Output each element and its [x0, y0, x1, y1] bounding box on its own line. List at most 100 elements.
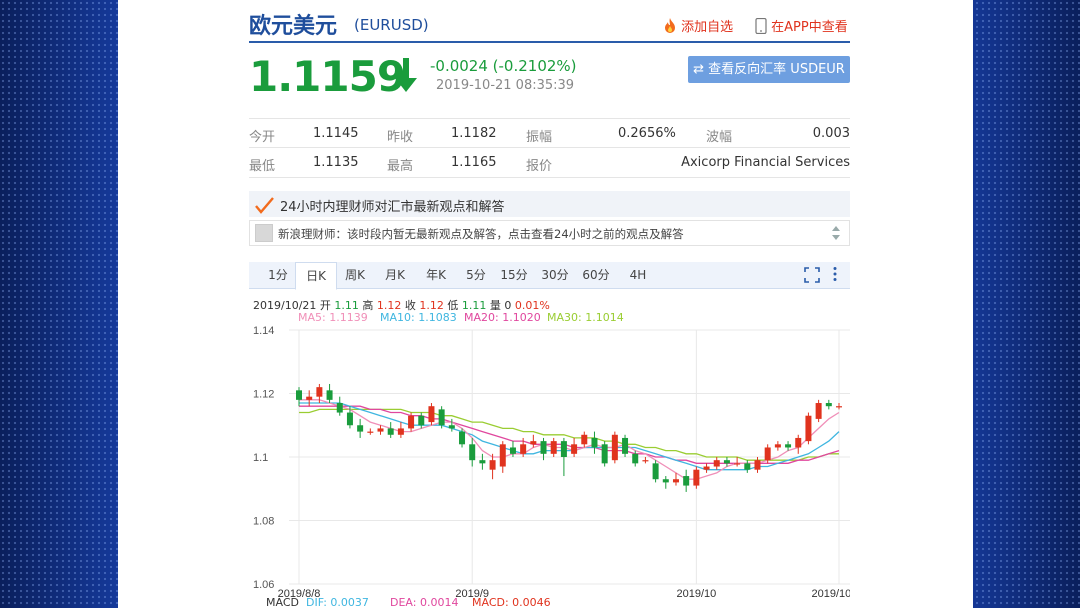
amplitude-value: 0.2656% — [618, 126, 676, 141]
candle-body — [672, 479, 679, 483]
candle-body — [785, 444, 792, 448]
candle-body — [734, 463, 741, 465]
candle-body — [459, 431, 466, 445]
prev-close-value: 1.1182 — [451, 126, 497, 141]
tab-1[interactable]: 日K — [295, 262, 337, 290]
high-label: 最高 — [387, 159, 414, 174]
view-in-app-label: 在APP中查看 — [771, 20, 848, 35]
candle-body — [601, 444, 608, 464]
down-arrow-icon — [394, 56, 418, 100]
candle-body — [611, 434, 618, 461]
tab-9[interactable]: 4H — [617, 262, 659, 289]
candlestick-chart[interactable]: 1.141.121.11.081.062019/8/8 2019/9 2019/10… — [249, 322, 850, 608]
low-value: 1.1135 — [313, 155, 359, 170]
candle-body — [408, 415, 415, 429]
comments-title: 24小时内理财师对汇市最新观点和解答 — [280, 200, 505, 215]
candle-body — [306, 396, 313, 400]
candle-body — [754, 460, 761, 470]
reverse-rate-button[interactable]: ⇄ 查看反向汇率 USDEUR — [688, 56, 850, 83]
prev-close-label: 昨收 — [387, 130, 414, 145]
candle-body — [336, 403, 343, 413]
stats-row: 今开 1.1145 昨收 1.1182 振幅 0.2656% 波幅 0.003 — [249, 118, 850, 148]
ma20-line — [299, 405, 840, 464]
tab-6[interactable]: 15分 — [493, 262, 535, 289]
candle-body — [805, 415, 812, 442]
quote-source-value: Axicorp Financial Services — [681, 155, 850, 170]
quote-panel: 欧元美元 (EURUSD) 添加自选 在APP中查看 1.1159 -0.002… — [118, 0, 973, 608]
candle-body — [479, 460, 486, 464]
macd-label: MACD — [266, 596, 299, 608]
macd-dea: DEA: 0.0014 — [390, 596, 459, 608]
current-price: 1.1159 — [249, 52, 406, 101]
candle-body — [550, 441, 557, 454]
scroll-updown-icon[interactable] — [830, 224, 842, 246]
candle-body — [560, 441, 567, 457]
add-watchlist-button[interactable]: 添加自选 — [663, 16, 733, 38]
y-tick-label: 1.08 — [253, 516, 274, 528]
comments-message[interactable]: 新浪理财师：该时段内暂无最新观点及解答，点击查看24小时之前的观点及解答 — [278, 226, 684, 242]
candle-body — [662, 479, 669, 483]
candle-body — [530, 441, 537, 445]
stats-row: 最低 1.1135 最高 1.1165 报价 Axicorp Financial… — [249, 148, 850, 178]
low-label: 最低 — [249, 159, 276, 174]
reverse-rate-label: 查看反向汇率 USDEUR — [708, 62, 845, 77]
candle-body — [815, 403, 822, 419]
candle-body — [499, 444, 506, 467]
candle-body — [296, 390, 302, 400]
y-tick-label: 1.1 — [253, 452, 268, 464]
candle-body — [418, 415, 425, 426]
candle-body — [723, 460, 730, 464]
candle-body — [632, 453, 639, 464]
tab-3[interactable]: 月K — [374, 262, 416, 289]
y-tick-label: 1.12 — [253, 389, 274, 401]
y-tick-label: 1.14 — [253, 325, 274, 337]
more-menu-icon[interactable] — [832, 266, 838, 286]
candle-body — [540, 441, 547, 454]
candle-body — [367, 431, 374, 433]
candle-body — [825, 403, 832, 407]
candle-body — [744, 463, 751, 470]
pair-title: 欧元美元 — [249, 14, 338, 39]
tab-2[interactable]: 周K — [334, 262, 376, 289]
candle-body — [622, 437, 629, 454]
view-in-app-button[interactable]: 在APP中查看 — [755, 16, 848, 38]
candle-body — [489, 460, 496, 470]
candle-body — [509, 447, 516, 454]
candle-body — [683, 476, 690, 486]
background-left — [0, 0, 118, 608]
candle-body — [642, 460, 649, 462]
candle-body — [652, 463, 659, 480]
candle-body — [520, 444, 527, 454]
background-right — [962, 0, 1080, 608]
candle-body — [397, 428, 404, 435]
candle-body — [591, 437, 598, 448]
candle-body — [581, 434, 588, 445]
candle-body — [377, 428, 384, 432]
x-tick-label: 2019/10 — [676, 588, 716, 600]
macd-info: MACD DIF: 0.0037 DEA: 0.0014 MACD: 0.004… — [266, 596, 566, 608]
amplitude-label: 振幅 — [526, 130, 553, 145]
avatar — [255, 224, 273, 242]
fullscreen-icon[interactable] — [804, 267, 820, 287]
macd-value: MACD: 0.0046 — [472, 596, 551, 608]
open-value: 1.1145 — [313, 126, 359, 141]
candle-body — [693, 469, 700, 486]
pair-code: (EURUSD) — [354, 16, 429, 34]
candle-body — [448, 425, 455, 429]
open-label: 今开 — [249, 130, 276, 145]
macd-dif: DIF: 0.0037 — [306, 596, 369, 608]
tab-5[interactable]: 5分 — [455, 262, 497, 289]
candle-body — [836, 406, 842, 408]
candle-body — [713, 460, 720, 467]
stats-table: 今开 1.1145 昨收 1.1182 振幅 0.2656% 波幅 0.003 … — [249, 118, 850, 178]
tab-4[interactable]: 年K — [415, 262, 457, 289]
candle-body — [326, 390, 333, 400]
candle-body — [387, 428, 394, 435]
tab-0[interactable]: 1分 — [257, 262, 299, 289]
range-value: 0.003 — [812, 126, 850, 141]
tab-7[interactable]: 30分 — [534, 262, 576, 289]
candle-body — [774, 444, 781, 448]
tab-8[interactable]: 60分 — [575, 262, 617, 289]
flame-icon — [663, 18, 677, 38]
candle-body — [703, 466, 710, 470]
